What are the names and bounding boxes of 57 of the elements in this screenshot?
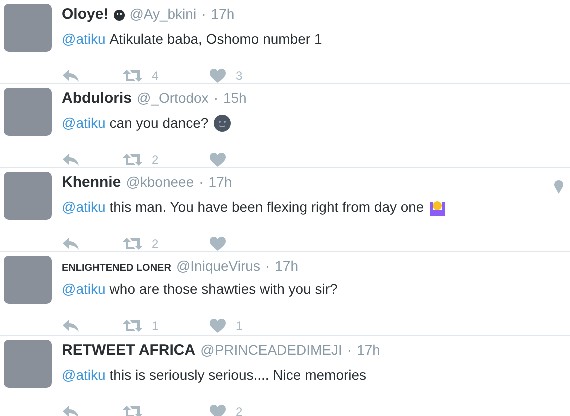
avatar-photo-placeholder[interactable] (4, 88, 52, 136)
user-name[interactable]: RETWEET AFRICA (62, 340, 196, 362)
avatar-photo-placeholder[interactable] (4, 172, 52, 220)
separator-dot: · (265, 257, 270, 276)
avatar-photo-placeholder[interactable] (4, 4, 52, 52)
reply-icon[interactable] (62, 152, 80, 166)
retweet-icon[interactable] (122, 68, 144, 82)
retweet-count: 1 (152, 318, 159, 335)
separator-dot: · (199, 173, 204, 192)
mention-link[interactable]: @atiku (62, 112, 106, 134)
heart-icon[interactable] (210, 319, 226, 333)
like-count: 1 (236, 318, 243, 335)
mention-link[interactable]: @atiku (62, 279, 106, 300)
user-handle[interactable]: @Ay_bkini (130, 4, 197, 25)
user-name[interactable]: ENLIGHTENED LONER (62, 261, 172, 276)
tweet-time[interactable]: 17h (357, 340, 380, 361)
like-count: 2 (236, 404, 243, 416)
separator-dot: · (347, 341, 352, 360)
mention-link[interactable]: @atiku (62, 364, 106, 386)
user-handle[interactable]: @IniqueVirus (176, 256, 260, 277)
reply-icon[interactable] (62, 236, 80, 250)
heart-icon[interactable] (210, 236, 226, 250)
mention-link[interactable]: @atiku (62, 196, 106, 218)
retweet-count: 2 (152, 236, 159, 252)
user-handle[interactable]: @PRINCEADEDIMEJI (200, 340, 342, 361)
mention-link[interactable]: @atiku (62, 28, 106, 50)
avatar-photo-placeholder[interactable] (4, 340, 52, 388)
retweet-icon[interactable] (122, 404, 144, 416)
retweet-icon[interactable] (122, 236, 144, 250)
user-name[interactable]: Oloye! (62, 4, 109, 26)
user-handle[interactable]: @kboneee (126, 172, 194, 193)
tweet-time[interactable]: 17h (208, 172, 232, 193)
like-count: 3 (236, 68, 243, 84)
retweet-icon[interactable] (122, 152, 144, 166)
tweet-text: this man. You have been flexing right from day one (110, 198, 424, 217)
tweet-text: who are those shawties with you sir? (110, 280, 338, 299)
tweet-time[interactable]: 15h (223, 88, 247, 109)
heart-icon[interactable] (210, 152, 226, 166)
reply-icon[interactable] (62, 319, 80, 333)
tweet-text: Atikulate baba, Oshomo number 1 (110, 30, 322, 48)
user-handle[interactable]: @_Ortodox (137, 88, 209, 109)
retweet-count: 4 (152, 68, 159, 84)
tweet-time[interactable]: 17h (211, 4, 235, 25)
retweet-count: 2 (152, 152, 159, 168)
avatar-photo-placeholder[interactable] (4, 256, 52, 304)
user-name[interactable]: Abduloris (62, 88, 132, 110)
separator-dot: · (202, 5, 206, 24)
heart-icon[interactable] (210, 404, 226, 416)
reply-icon[interactable] (62, 404, 80, 416)
retweet-icon[interactable] (122, 319, 144, 333)
tweet-text: this is seriously serious.... Nice memories (110, 366, 367, 385)
tweet-time[interactable]: 17h (275, 256, 298, 277)
user-name[interactable]: Khennie (62, 172, 122, 194)
reply-icon[interactable] (62, 68, 80, 82)
heart-icon[interactable] (210, 68, 226, 82)
separator-dot: · (214, 89, 218, 108)
tweet-text: can you dance? (110, 114, 209, 133)
